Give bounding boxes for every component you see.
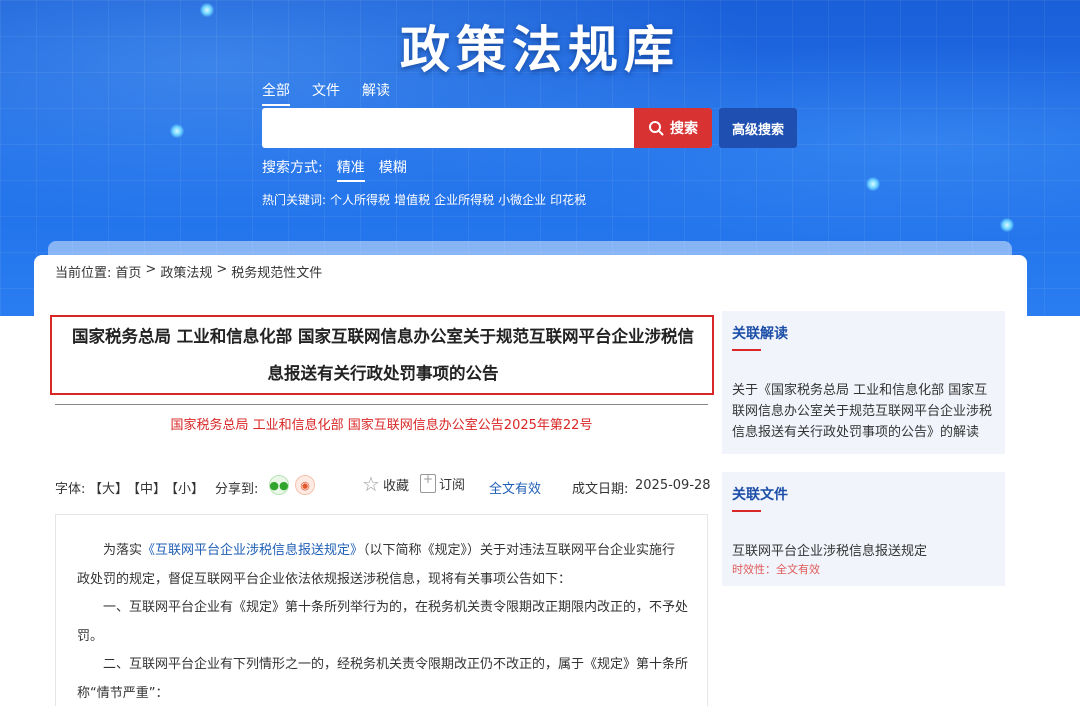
related-file-link[interactable]: 互联网平台企业涉税信息报送规定 xyxy=(732,541,994,562)
breadcrumb-current[interactable]: 税务规范性文件 xyxy=(231,262,322,281)
subscribe-label: 订阅 xyxy=(439,478,466,493)
advanced-search-button[interactable]: 高级搜索 xyxy=(719,108,797,148)
breadcrumb-separator: > xyxy=(216,262,228,277)
document-title-line: 息报送有关行政处罚事项的公告 xyxy=(267,364,499,383)
share-label: 分享到: xyxy=(215,482,259,497)
body-paragraph: 二、互联网平台企业有下列情形之一的，经税务机关责令限期改正仍不改正的，属于《规定… xyxy=(77,650,689,706)
hot-keyword[interactable]: 小微企业 xyxy=(498,191,546,208)
breadcrumb-label: 当前位置: xyxy=(55,266,112,281)
tab-all[interactable]: 全部 xyxy=(262,80,290,106)
document-title: 国家税务总局 工业和信息化部 国家互联网信息办公室关于规范互联网平台企业涉税信 … xyxy=(60,318,706,392)
favorite-label: 收藏 xyxy=(382,478,409,494)
search-mode-label: 搜索方式: xyxy=(262,160,323,176)
search-icon xyxy=(649,121,664,136)
heading-underline xyxy=(732,349,761,351)
search-scope-tabs: 全部 文件 解读 xyxy=(262,80,390,106)
related-reading-link[interactable]: 关于《国家税务总局 工业和信息化部 国家互 联网信息办公室关于规范互联网平台企业… xyxy=(732,380,994,443)
document-number: 国家税务总局 工业和信息化部 国家互联网信息办公室公告2025年第22号 xyxy=(170,418,593,433)
breadcrumb-separator: > xyxy=(145,262,157,277)
weibo-share-icon[interactable]: ◉ xyxy=(295,475,315,495)
body-text: 为落实 xyxy=(103,543,143,558)
related-reading-line: 信息报送有关行政处罚事项的公告》的解读 xyxy=(732,425,980,440)
font-size-label: 字体: xyxy=(55,482,86,497)
breadcrumb: 当前位置: 首页 > 政策法规 > 税务规范性文件 xyxy=(55,262,322,281)
document-toolbar: 字体: 【大】 【中】 【小】 分享到: ●● ◉ ☆ 收藏 订阅 全文有效 成… xyxy=(55,472,711,498)
related-reading-heading: 关联解读 xyxy=(732,326,788,342)
star-icon: ☆ xyxy=(362,472,380,496)
search-button-label: 搜索 xyxy=(670,121,698,137)
body-line: 称“情节严重”： xyxy=(77,686,169,701)
subscribe-icon xyxy=(420,472,436,493)
validity-status: 全文有效 xyxy=(489,482,542,497)
wechat-share-icon[interactable]: ●● xyxy=(269,475,289,495)
search-mode-exact[interactable]: 精准 xyxy=(336,157,365,182)
sparkle-decoration xyxy=(866,177,880,191)
hot-keywords-label: 热门关键词: xyxy=(262,193,327,207)
font-medium-button[interactable]: 【中】 xyxy=(127,478,166,497)
hot-keywords: 热门关键词: 个人所得税 增值税 企业所得税 小微企业 印花税 xyxy=(262,191,586,208)
breadcrumb-policy[interactable]: 政策法规 xyxy=(160,262,212,281)
tab-files[interactable]: 文件 xyxy=(312,80,340,106)
subscribe-button[interactable]: 订阅 xyxy=(420,472,466,493)
body-line: 二、互联网平台企业有下列情形之一的，经税务机关责令限期改正仍不改正的，属于《规定… xyxy=(103,657,689,672)
body-line: 罚。 xyxy=(77,629,104,644)
document-date: 2025-09-28 xyxy=(635,478,711,493)
sparkle-decoration xyxy=(1000,218,1014,232)
body-line: 一、互联网平台企业有《规定》第十条所列举行为的，在税务机关责令限期改正期限内改正… xyxy=(103,600,689,615)
sparkle-decoration xyxy=(170,124,184,138)
search-input[interactable] xyxy=(262,108,634,148)
favorite-button[interactable]: ☆ 收藏 xyxy=(362,474,409,494)
body-line: 为落实《互联网平台企业涉税信息报送规定》（以下简称《规定》）关于对违法互联网平台… xyxy=(77,536,689,565)
related-file-status: 时效性：全文有效 xyxy=(732,563,820,576)
date-label: 成文日期: xyxy=(572,482,629,497)
hot-keyword[interactable]: 印花税 xyxy=(550,191,586,208)
body-text: （以下简称《规定》）关于对违法互联网平台企业实施行 xyxy=(363,543,676,558)
hot-keyword[interactable]: 增值税 xyxy=(394,191,430,208)
related-files-panel: 关联文件 互联网平台企业涉税信息报送规定 时效性：全文有效 xyxy=(722,472,1005,586)
hot-keyword[interactable]: 企业所得税 xyxy=(434,191,494,208)
document-title-line: 国家税务总局 工业和信息化部 国家互联网信息办公室关于规范互联网平台企业涉税信 xyxy=(72,327,694,346)
site-title: 政策法规库 xyxy=(400,20,680,79)
search-mode-fuzzy[interactable]: 模糊 xyxy=(379,157,407,182)
breadcrumb-home[interactable]: 首页 xyxy=(115,262,141,281)
hot-keyword[interactable]: 个人所得税 xyxy=(330,191,390,208)
body-line: 政处罚的规定，督促互联网平台企业依法依规报送涉税信息，现将有关事项公告如下： xyxy=(77,572,572,587)
related-reading-line: 联网信息办公室关于规范互联网平台企业涉税 xyxy=(732,404,993,419)
search-button[interactable]: 搜索 xyxy=(634,108,712,148)
related-reading-line: 关于《国家税务总局 工业和信息化部 国家互 xyxy=(732,383,988,398)
search-mode: 搜索方式: 精准 模糊 xyxy=(262,157,407,182)
font-large-button[interactable]: 【大】 xyxy=(89,478,128,497)
heading-underline xyxy=(732,510,761,512)
font-small-button[interactable]: 【小】 xyxy=(165,478,204,497)
related-files-heading: 关联文件 xyxy=(732,487,788,503)
body-paragraph: 一、互联网平台企业有《规定》第十条所列举行为的，在税务机关责令限期改正期限内改正… xyxy=(77,593,689,651)
body-paragraph: 为落实《互联网平台企业涉税信息报送规定》（以下简称《规定》）关于对违法互联网平台… xyxy=(77,536,689,594)
regulation-link[interactable]: 《互联网平台企业涉税信息报送规定》 xyxy=(142,543,363,558)
title-divider xyxy=(55,404,708,405)
tab-interpretation[interactable]: 解读 xyxy=(362,80,390,106)
related-reading-panel: 关联解读 关于《国家税务总局 工业和信息化部 国家互 联网信息办公室关于规范互联… xyxy=(722,311,1005,454)
